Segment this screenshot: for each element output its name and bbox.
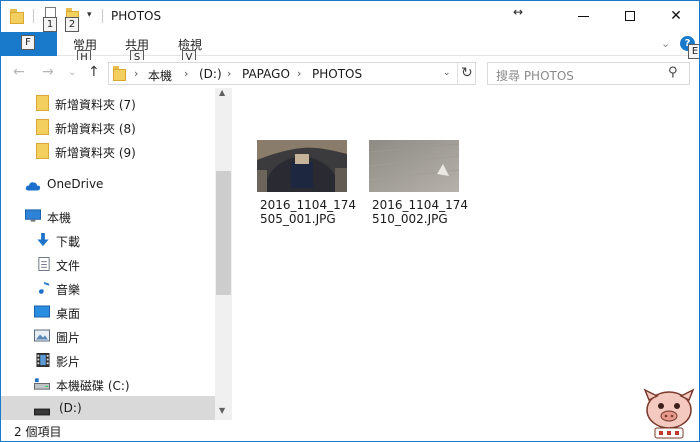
maximize-icon	[625, 11, 635, 21]
nav-item-label: 下載	[56, 235, 81, 249]
nav-item-label: 影片	[56, 355, 81, 369]
pictures-icon	[34, 329, 50, 342]
computer-icon	[25, 209, 41, 222]
video-icon	[36, 353, 50, 367]
breadcrumb-separator-icon: ›	[227, 67, 232, 80]
item-count: 2 個項目	[14, 425, 62, 439]
download-icon	[37, 233, 49, 247]
address-history-button[interactable]: ⌄	[443, 68, 451, 78]
status-bar: 2 個項目	[1, 420, 699, 441]
photo-thumbnail	[257, 140, 347, 192]
file-thumbnail-1[interactable]	[257, 140, 347, 192]
file-name-line: 505_001.JPG	[260, 212, 336, 226]
forward-button[interactable]: →	[42, 64, 54, 80]
explorer-window: 1 2 ▾ PHOTOS ↔ ✕ 檔 F 常用 H 共用 S 檢視 V ⌄ ? …	[0, 0, 700, 442]
nav-item-music[interactable]: 音樂	[1, 276, 215, 300]
nav-item-label: (D:)	[59, 401, 82, 415]
nav-item-label: 圖片	[56, 331, 81, 345]
search-placeholder: 搜尋 PHOTOS	[496, 69, 574, 83]
nav-item-label: 文件	[56, 259, 81, 273]
folder-icon	[36, 95, 49, 111]
breadcrumb-photos[interactable]: PHOTOS	[312, 67, 362, 81]
nav-item-this-pc[interactable]: 本機	[1, 204, 215, 228]
nav-item-new-folder-9[interactable]: 新增資料夾 (9)	[1, 139, 215, 163]
photo-thumbnail	[369, 140, 459, 192]
drive-icon	[34, 378, 50, 390]
ribbon-tabs: 檔 F 常用 H 共用 S 檢視 V ⌄ ? E	[1, 32, 699, 65]
nav-item-onedrive[interactable]: OneDrive	[1, 172, 215, 196]
location-folder-icon	[113, 66, 126, 81]
breadcrumb-separator-icon: ›	[134, 67, 139, 80]
nav-pane-scrollbar[interactable]: ▲ ▼	[215, 88, 232, 420]
nav-item-drive-d[interactable]: (D:)	[1, 396, 215, 420]
nav-item-label: 新增資料夾 (9)	[55, 146, 136, 160]
desktop-icon	[34, 305, 50, 318]
document-icon	[38, 257, 50, 271]
file-list: 2016_1104_174 505_001.JPG 2016_1104_174 …	[232, 88, 699, 420]
nav-item-label: 新增資料夾 (7)	[55, 98, 136, 112]
file-name-2[interactable]: 2016_1104_174 510_002.JPG	[372, 198, 477, 226]
breadcrumb-separator-icon: ›	[184, 67, 189, 80]
nav-item-pictures[interactable]: 圖片	[1, 324, 215, 348]
title-bar: 1 2 ▾ PHOTOS ↔ ✕	[1, 1, 699, 32]
keytip-file: F	[21, 35, 35, 50]
nav-item-desktop[interactable]: 桌面	[1, 300, 215, 324]
close-icon: ✕	[670, 8, 682, 24]
file-thumbnail-2[interactable]	[369, 140, 459, 192]
mascot-watermark-icon	[643, 388, 695, 439]
address-bar[interactable]: › 本機 › (D:) › PAPAGO › PHOTOS ⌄ ↻	[108, 62, 476, 85]
file-name-line: 2016_1104_174	[260, 198, 356, 212]
search-icon[interactable]: ⚲	[668, 65, 678, 80]
up-button[interactable]: ↑	[88, 64, 100, 80]
keytip-2: 2	[65, 17, 79, 32]
breadcrumb-drive-d[interactable]: (D:)	[199, 67, 222, 81]
breadcrumb-this-pc[interactable]: 本機	[148, 67, 172, 84]
file-name-line: 2016_1104_174	[372, 198, 468, 212]
keytip-1: 1	[43, 17, 57, 32]
folder-icon	[36, 143, 49, 159]
nav-item-label: 本機	[47, 211, 72, 225]
music-icon	[38, 281, 50, 294]
nav-item-downloads[interactable]: 下載	[1, 228, 215, 252]
scroll-down-arrow-icon[interactable]: ▼	[219, 406, 225, 415]
nav-item-label: 本機磁碟 (C:)	[56, 379, 130, 393]
maximize-button[interactable]	[607, 1, 653, 32]
address-row: ← → ⌄ ↑ › 本機 › (D:) › PAPAGO › PHOTOS ⌄ …	[1, 60, 699, 88]
nav-item-new-folder-8[interactable]: 新增資料夾 (8)	[1, 115, 215, 139]
minimize-icon	[578, 16, 589, 17]
back-button[interactable]: ←	[13, 64, 25, 80]
file-name-1[interactable]: 2016_1104_174 505_001.JPG	[260, 198, 365, 226]
recent-locations-button[interactable]: ⌄	[68, 67, 76, 78]
nav-item-new-folder-7[interactable]: 新增資料夾 (7)	[1, 91, 215, 115]
close-button[interactable]: ✕	[653, 1, 699, 32]
address-divider	[457, 63, 458, 84]
nav-item-label: 音樂	[56, 283, 81, 297]
nav-item-videos[interactable]: 影片	[1, 348, 215, 372]
resize-cursor-icon: ↔	[513, 5, 524, 19]
nav-item-label: OneDrive	[47, 177, 104, 191]
customize-quick-access-button[interactable]: ▾	[87, 10, 92, 20]
breadcrumb-papago[interactable]: PAPAGO	[242, 67, 290, 81]
keytip-help: E	[688, 44, 699, 59]
expand-ribbon-button[interactable]: ⌄	[661, 37, 670, 50]
nav-item-label: 桌面	[56, 307, 81, 321]
cloud-icon	[25, 182, 41, 191]
title-divider	[102, 9, 103, 23]
window-title: PHOTOS	[111, 9, 162, 23]
breadcrumb-separator-icon: ›	[297, 67, 302, 80]
folder-icon	[36, 119, 49, 135]
file-name-line: 510_002.JPG	[372, 212, 448, 226]
nav-item-local-disk-c[interactable]: 本機磁碟 (C:)	[1, 372, 215, 396]
drive-icon	[34, 408, 50, 416]
nav-item-label: 新增資料夾 (8)	[55, 122, 136, 136]
scrollbar-thumb[interactable]	[216, 171, 231, 295]
nav-item-documents[interactable]: 文件	[1, 252, 215, 276]
navigation-pane: 新增資料夾 (7) 新增資料夾 (8) 新增資料夾 (9) OneDrive 本…	[1, 88, 232, 420]
scroll-up-arrow-icon[interactable]: ▲	[219, 88, 225, 97]
window-folder-icon	[10, 8, 24, 24]
search-input[interactable]: 搜尋 PHOTOS ⚲	[487, 62, 690, 85]
minimize-button[interactable]	[561, 1, 607, 32]
refresh-button[interactable]: ↻	[461, 65, 473, 81]
quick-access-divider	[33, 9, 34, 23]
